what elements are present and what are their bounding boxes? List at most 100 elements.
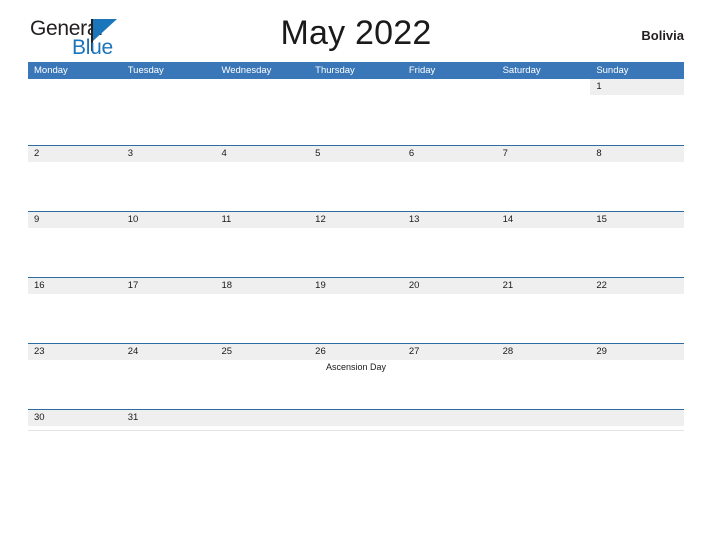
day-band	[496, 410, 591, 426]
day-number: 15	[596, 214, 607, 225]
day-cell[interactable]: 11	[215, 212, 310, 277]
week-days: 30 31	[28, 410, 685, 430]
day-cell[interactable]: 30	[28, 410, 122, 430]
day-band	[496, 146, 591, 162]
day-cell[interactable]	[309, 410, 403, 430]
day-cell[interactable]: 7	[496, 146, 591, 211]
calendar-grid: Monday Tuesday Wednesday Thursday Friday…	[28, 62, 685, 431]
day-cell[interactable]: 28	[496, 344, 591, 409]
day-number: 12	[315, 214, 326, 225]
week-row: 23 24 25 26 Ascension Day 27 28 29	[28, 343, 685, 409]
weekday-header-row: Monday Tuesday Wednesday Thursday Friday…	[28, 62, 684, 79]
day-cell[interactable]: 31	[121, 410, 216, 430]
day-cell[interactable]: 5	[309, 146, 403, 211]
calendar-weeks: 1 2 3 4 5 6 7 8 9 10 11 12 13 14 15 16 17 18 19 20 21 22 23 24 2…	[28, 79, 685, 431]
day-number: 22	[596, 280, 607, 291]
week-row: 9 10 11 12 13 14 15	[28, 211, 685, 277]
week-days: 16 17 18 19 20 21 22	[28, 278, 685, 343]
day-cell[interactable]: 26 Ascension Day	[309, 344, 403, 409]
day-number: 25	[221, 346, 233, 357]
day-band	[28, 79, 122, 95]
day-cell[interactable]: 21	[496, 278, 591, 343]
day-band	[403, 79, 497, 95]
day-cell[interactable]	[309, 79, 403, 145]
day-cell[interactable]	[403, 79, 497, 145]
day-cell[interactable]: 27	[402, 344, 497, 409]
day-cell[interactable]: 3	[121, 146, 216, 211]
page-header: General Blue May 2022 Bolivia	[28, 0, 684, 62]
weekday-header-thursday: Thursday	[315, 65, 355, 76]
day-number: 29	[596, 346, 607, 357]
day-cell[interactable]: 8	[590, 146, 685, 211]
day-band	[309, 79, 403, 95]
weekday-header-tuesday: Tuesday	[127, 65, 164, 76]
day-cell[interactable]: 24	[121, 344, 216, 409]
day-number: 16	[34, 280, 45, 291]
country-label: Bolivia	[641, 28, 684, 43]
day-cell[interactable]	[497, 79, 591, 145]
day-cell[interactable]: 10	[121, 212, 216, 277]
day-cell[interactable]: 18	[215, 278, 310, 343]
day-cell[interactable]: 14	[496, 212, 591, 277]
day-band	[309, 146, 403, 162]
day-cell[interactable]	[122, 79, 216, 145]
day-number: 4	[221, 148, 227, 159]
day-band	[590, 146, 685, 162]
day-number: 17	[127, 280, 139, 291]
day-cell[interactable]: 1	[590, 79, 685, 145]
day-cell[interactable]: 13	[402, 212, 497, 277]
day-number: 2	[34, 148, 40, 159]
week-days: 23 24 25 26 Ascension Day 27 28 29	[28, 344, 685, 409]
day-number: 20	[408, 280, 420, 291]
day-cell[interactable]: 2	[28, 146, 122, 211]
day-cell[interactable]: 19	[309, 278, 403, 343]
day-number: 5	[315, 148, 321, 159]
day-cell[interactable]	[496, 410, 591, 430]
day-band	[497, 79, 591, 95]
day-number: 13	[408, 214, 420, 225]
day-cell[interactable]: 29	[590, 344, 685, 409]
day-number: 11	[221, 214, 232, 225]
day-cell[interactable]: 12	[309, 212, 403, 277]
day-number: 28	[502, 346, 514, 357]
day-cell[interactable]	[590, 410, 685, 430]
day-band	[122, 79, 216, 95]
day-cell[interactable]: 25	[215, 344, 310, 409]
weekday-header-friday: Friday	[408, 65, 436, 76]
day-cell[interactable]: 20	[402, 278, 497, 343]
week-row: 16 17 18 19 20 21 22	[28, 277, 685, 343]
weekday-header-saturday: Saturday	[502, 65, 541, 76]
day-number: 23	[34, 346, 45, 357]
day-cell[interactable]	[215, 79, 309, 145]
day-band	[590, 410, 685, 426]
day-cell[interactable]: 16	[28, 278, 122, 343]
calendar-page: General Blue May 2022 Bolivia Monday Tue…	[0, 0, 712, 550]
day-cell[interactable]: 6	[402, 146, 497, 211]
day-band	[309, 410, 403, 426]
day-cell[interactable]: 23	[28, 344, 122, 409]
day-cell[interactable]: 22	[590, 278, 685, 343]
weekday-header-wednesday: Wednesday	[221, 65, 272, 76]
day-cell[interactable]	[28, 79, 122, 145]
day-number: 26	[315, 346, 326, 357]
day-number: 9	[34, 214, 40, 225]
day-band	[402, 146, 497, 162]
week-row: 2 3 4 5 6 7 8	[28, 145, 685, 211]
day-event-label: Ascension Day	[326, 362, 387, 372]
week-row: 30 31	[28, 409, 685, 431]
day-band	[215, 410, 310, 426]
day-number: 19	[315, 280, 326, 291]
day-cell[interactable]	[215, 410, 310, 430]
day-cell[interactable]: 4	[215, 146, 310, 211]
day-band	[590, 79, 685, 95]
day-cell[interactable]	[402, 410, 497, 430]
week-days: 1	[28, 79, 685, 145]
day-cell[interactable]: 15	[590, 212, 685, 277]
weekday-header-monday: Monday	[34, 65, 68, 76]
day-cell[interactable]: 9	[28, 212, 122, 277]
day-band	[28, 146, 122, 162]
day-number: 24	[127, 346, 139, 357]
day-cell[interactable]: 17	[121, 278, 216, 343]
day-number: 10	[127, 214, 139, 225]
day-band	[215, 79, 309, 95]
